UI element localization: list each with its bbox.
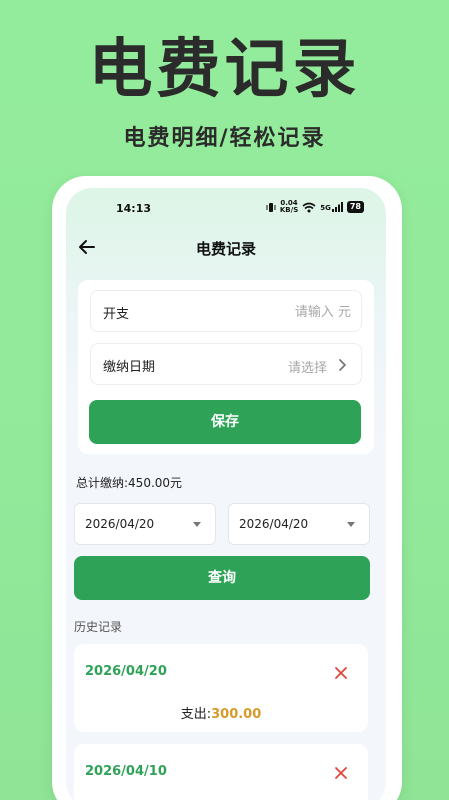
status-icons: 0.04 KB/S 5G 78: [266, 200, 364, 214]
record-date: 2026/04/20: [85, 664, 167, 679]
save-button[interactable]: 保存: [89, 400, 361, 444]
record-amount-label: 支出:: [180, 707, 212, 722]
expense-field: 开支: [90, 290, 362, 332]
query-button[interactable]: 查询: [74, 556, 370, 600]
record-amount: 支出:300.00: [74, 703, 368, 722]
dropdown-caret-icon: [347, 522, 355, 527]
end-date-value: 2026/04/20: [239, 517, 309, 531]
signal-icon: [331, 202, 343, 212]
expense-input[interactable]: [221, 301, 351, 323]
payment-date-field[interactable]: 缴纳日期 请选择: [90, 343, 362, 385]
end-date-select[interactable]: 2026/04/20: [228, 503, 370, 545]
payment-date-label: 缴纳日期: [103, 360, 156, 375]
battery-indicator: 78: [346, 201, 364, 213]
dropdown-caret-icon: [193, 522, 201, 527]
total-paid: 总计缴纳:450.00元: [76, 476, 183, 490]
status-time: 14:13: [116, 202, 152, 215]
wifi-icon: [302, 202, 316, 212]
status-bar: 14:13 0.04 KB/S 5G 78: [66, 200, 386, 218]
expense-label: 开支: [103, 307, 130, 322]
record-form: 开支 缴纳日期 请选择 保存: [78, 280, 374, 454]
delete-icon[interactable]: [334, 766, 348, 780]
start-date-select[interactable]: 2026/04/20: [74, 503, 216, 545]
promo-subtitle: 电费明细/轻松记录: [123, 126, 326, 151]
record-card: 2026/04/20 支出:300.00: [74, 644, 368, 732]
top-bar: 电费记录: [66, 234, 386, 264]
chevron-right-icon: [339, 359, 346, 371]
vibrate-icon: [266, 202, 276, 212]
payment-date-placeholder: 请选择: [287, 361, 327, 376]
record-amount-value: 300.00: [211, 707, 262, 722]
net-speed: 0.04 KB/S: [279, 199, 299, 214]
app-screen: 14:13 0.04 KB/S 5G 78 电费记录 开支 请输入 元 缴纳日期…: [66, 188, 386, 800]
signal-5g: 5G: [320, 202, 343, 212]
page-title: 电费记录: [195, 240, 256, 258]
history-label: 历史记录: [74, 620, 123, 634]
start-date-value: 2026/04/20: [85, 517, 155, 531]
record-date: 2026/04/10: [85, 764, 167, 779]
record-card: 2026/04/10: [74, 744, 368, 800]
delete-icon[interactable]: [334, 666, 348, 680]
promo-title: 电费记录: [88, 33, 361, 107]
